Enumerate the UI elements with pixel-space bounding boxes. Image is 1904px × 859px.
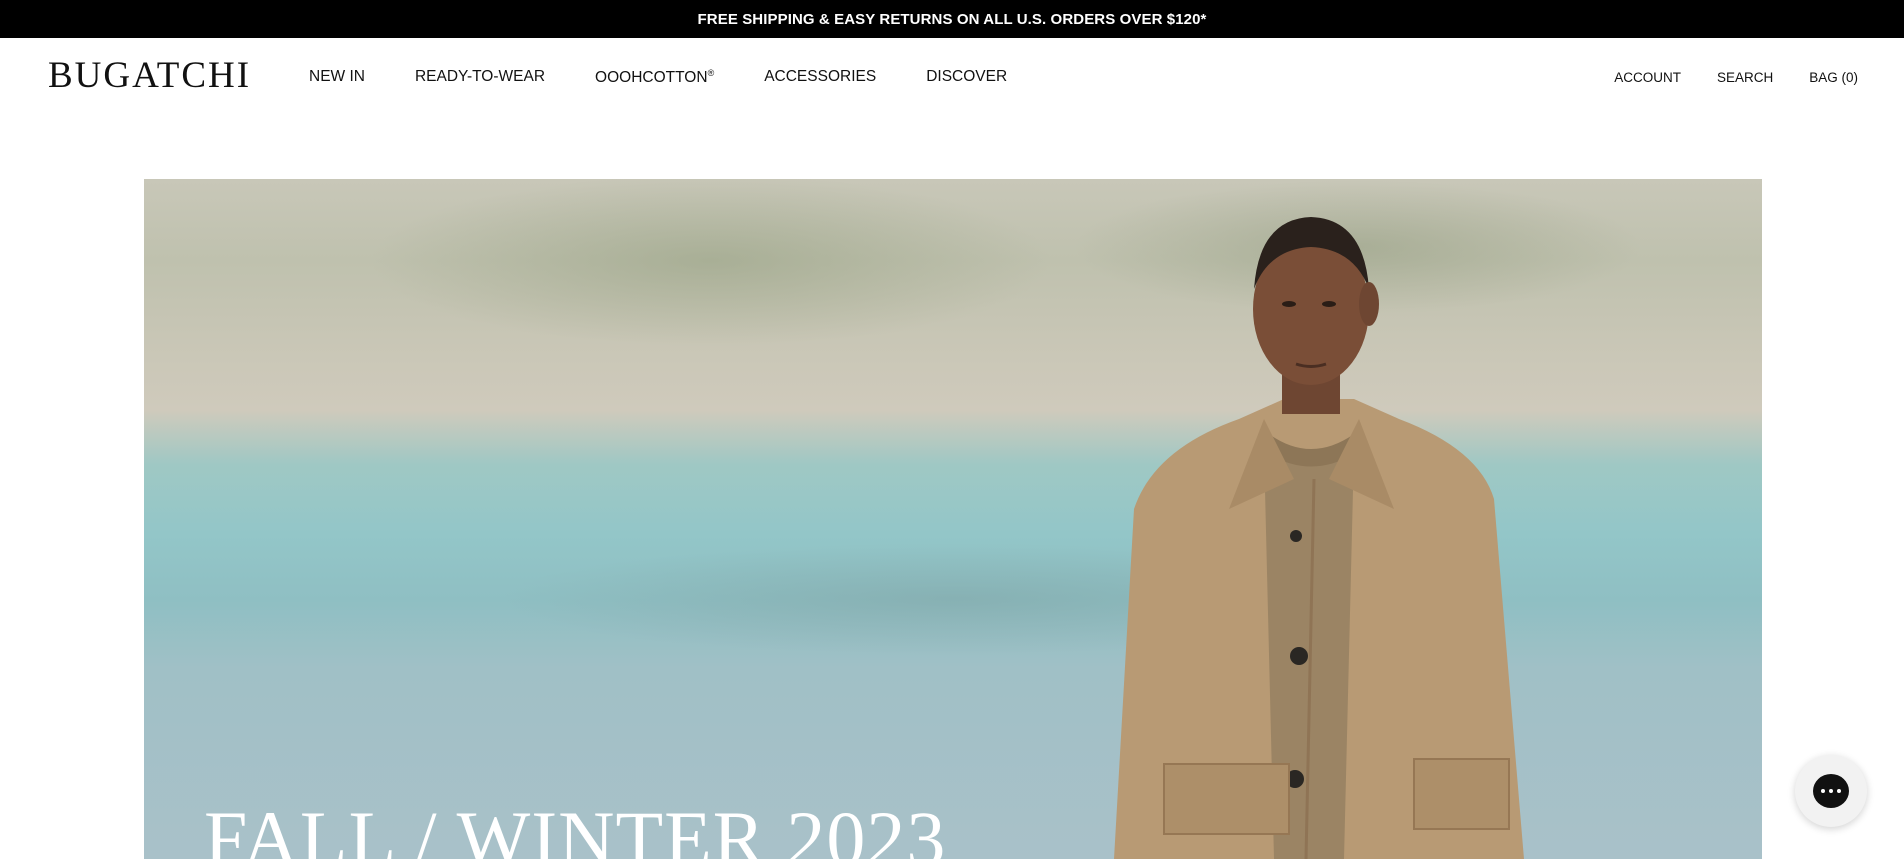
bag-link[interactable]: BAG (0) [1809, 70, 1858, 85]
chat-bubble-icon [1813, 774, 1849, 808]
nav-item-ooohcotton[interactable]: OOOHCOTTON® [595, 68, 714, 87]
announcement-text: FREE SHIPPING & EASY RETURNS ON ALL U.S.… [697, 10, 1207, 28]
chat-button[interactable] [1795, 755, 1867, 827]
hero-title: FALL / WINTER 2023 [204, 795, 947, 859]
nav-item-ooohcotton-label: OOOHCOTTON [595, 69, 708, 87]
registered-mark: ® [707, 68, 715, 78]
hero-banner[interactable]: FALL / WINTER 2023 [144, 179, 1762, 859]
main-nav: NEW IN READY-TO-WEAR OOOHCOTTON® ACCESSO… [309, 68, 1057, 87]
nav-item-new-in[interactable]: NEW IN [309, 68, 365, 87]
search-link[interactable]: SEARCH [1717, 70, 1773, 85]
site-header: BUGATCHI NEW IN READY-TO-WEAR OOOHCOTTON… [0, 38, 1904, 118]
account-link[interactable]: ACCOUNT [1614, 70, 1681, 85]
nav-item-ready-to-wear[interactable]: READY-TO-WEAR [415, 68, 545, 87]
hero-model-image [1114, 217, 1524, 859]
announcement-bar: FREE SHIPPING & EASY RETURNS ON ALL U.S.… [0, 0, 1904, 38]
utility-nav: ACCOUNT SEARCH BAG (0) [1578, 70, 1858, 85]
brand-logo[interactable]: BUGATCHI [48, 54, 251, 97]
nav-item-discover[interactable]: DISCOVER [926, 68, 1007, 87]
nav-item-accessories[interactable]: ACCESSORIES [764, 68, 876, 87]
